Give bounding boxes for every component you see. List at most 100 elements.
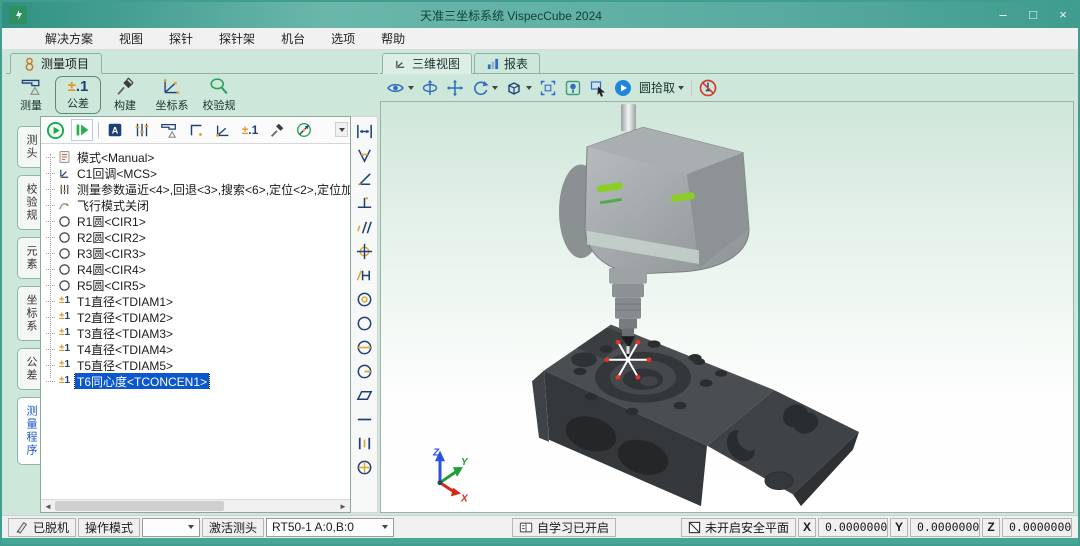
tree-item-diameter-2[interactable]: ±1 T2直径<TDIAM2> (46, 309, 350, 325)
alignment-button[interactable] (212, 119, 234, 141)
measure-params-button[interactable] (131, 119, 153, 141)
dropdown-caret-icon (188, 525, 194, 529)
menu-probe-rack[interactable]: 探针架 (206, 30, 268, 47)
position-icon[interactable] (353, 240, 375, 262)
toolbar-overflow-button[interactable] (335, 122, 348, 137)
side-tab-tolerance[interactable]: 公差 (17, 348, 40, 390)
side-tab-gauge[interactable]: 校验规 (17, 175, 40, 230)
axis-z-label: Z (432, 447, 440, 458)
perpendicularity-icon[interactable] (353, 192, 375, 214)
step-run-button[interactable] (71, 119, 93, 141)
tree-item-circle-4[interactable]: R4圆<CIR4> (46, 261, 350, 277)
tree-horizontal-scrollbar[interactable]: ◄ ► (41, 499, 350, 512)
view-direction-button[interactable] (386, 79, 414, 97)
gauge-icon (207, 77, 231, 96)
3d-scene: Z Y X (381, 102, 1073, 512)
tolerance-small-button[interactable]: ±.1 (239, 119, 261, 141)
construct-small-button[interactable] (266, 119, 288, 141)
run-button[interactable] (44, 119, 66, 141)
side-tab-measure-program[interactable]: 测量程序 (17, 397, 40, 465)
tree-item-concentricity[interactable]: ±1 T6同心度<TCONCEN1> (46, 373, 350, 389)
active-probe-select[interactable]: RT50-1 A:0,B:0 (266, 518, 394, 537)
circle-pick-button[interactable]: 圆拾取 (639, 79, 684, 96)
eye-icon (386, 79, 405, 97)
menu-view[interactable]: 视图 (106, 30, 156, 47)
tree-item-diameter-1[interactable]: ±1 T1直径<TDIAM1> (46, 293, 350, 309)
roundness-icon[interactable] (353, 312, 375, 334)
tolerance-item-icon: ±1 (57, 344, 72, 354)
dropdown-caret-icon (492, 86, 498, 90)
side-tab-probe[interactable]: 测头 (17, 126, 40, 168)
menu-probe[interactable]: 探针 (156, 30, 206, 47)
maximize-button[interactable]: □ (1018, 2, 1048, 28)
coord-x-value: 0.0000000 (818, 518, 888, 537)
title-bar: 天准三坐标系统 VispecCube 2024 – □ × (2, 2, 1078, 28)
corner-button[interactable] (185, 119, 207, 141)
view-cube-button[interactable] (505, 79, 532, 97)
3d-viewport[interactable]: Z Y X (380, 101, 1074, 513)
angle-icon[interactable] (353, 168, 375, 190)
datum-button[interactable] (293, 119, 315, 141)
probe-off-button[interactable] (699, 79, 717, 97)
coord-y-axis: Y (890, 518, 908, 537)
menu-options[interactable]: 选项 (318, 30, 368, 47)
select-button[interactable] (589, 79, 607, 97)
tab-report[interactable]: 报表 (474, 53, 540, 74)
rotate-button[interactable] (471, 79, 498, 97)
zoom-fit-button[interactable] (539, 79, 557, 97)
tree-item-diameter-3[interactable]: ±1 T3直径<TDIAM3> (46, 325, 350, 341)
distance-tolerance-icon[interactable] (353, 120, 375, 142)
scroll-right-icon[interactable]: ► (336, 500, 350, 513)
tree-item-circle-5[interactable]: R5圆<CIR5> (46, 277, 350, 293)
measure-element-button[interactable] (158, 119, 180, 141)
auto-label-button[interactable]: A (104, 119, 126, 141)
tab-measure-project-label: 测量项目 (41, 55, 89, 72)
orbit-button[interactable] (421, 79, 439, 97)
side-tab-coordinate[interactable]: 坐标系 (17, 286, 40, 341)
dropdown-caret-icon (526, 86, 532, 90)
tree-item-fly-mode[interactable]: 飞行模式关闭 (46, 197, 350, 213)
concentricity-icon[interactable] (353, 288, 375, 310)
symmetry-icon[interactable] (353, 432, 375, 454)
ribbon-measure-button[interactable]: 测量 (8, 76, 54, 114)
menu-help[interactable]: 帮助 (368, 30, 418, 47)
safety-plane-off-icon (688, 521, 701, 534)
ribbon-coordinate-label: 坐标系 (156, 97, 189, 113)
close-button[interactable]: × (1048, 2, 1078, 28)
measure-icon (19, 77, 43, 96)
tree-item-recall[interactable]: C1回调<MCS> (46, 165, 350, 181)
ribbon-gauge-button[interactable]: 校验规 (196, 76, 242, 114)
locate-button[interactable] (564, 79, 582, 97)
ribbon-coordinate-button[interactable]: 坐标系 (149, 76, 195, 114)
ribbon-construct-button[interactable]: 构建 (102, 76, 148, 114)
scroll-left-icon[interactable]: ◄ (41, 500, 55, 513)
pan-button[interactable] (446, 79, 464, 97)
straightness-icon[interactable] (353, 408, 375, 430)
play-measure-button[interactable] (614, 79, 632, 97)
tree-item-circle-3[interactable]: R3圆<CIR3> (46, 245, 350, 261)
tab-3d-view[interactable]: 三维视图 (382, 53, 472, 74)
minimize-button[interactable]: – (988, 2, 1018, 28)
tree-item-parameters[interactable]: 测量参数逼近<4>,回退<3>,搜索<6>,定位<2>,定位加<2>,测 (46, 181, 350, 197)
profile-icon[interactable] (353, 264, 375, 286)
tree-item-circle-1[interactable]: R1圆<CIR1> (46, 213, 350, 229)
tab-measure-project[interactable]: 测量项目 (10, 53, 102, 74)
cylindricity-icon[interactable] (353, 336, 375, 358)
operation-mode-select[interactable] (142, 518, 200, 537)
fly-mode-icon (57, 199, 72, 212)
tree-item-mode[interactable]: 模式<Manual> (46, 149, 350, 165)
tree-item-circle-2[interactable]: R2圆<CIR2> (46, 229, 350, 245)
menu-solution[interactable]: 解决方案 (32, 30, 106, 47)
scrollbar-thumb[interactable] (55, 501, 224, 511)
menu-machine[interactable]: 机台 (268, 30, 318, 47)
tree-item-diameter-4[interactable]: ±1 T4直径<TDIAM4> (46, 341, 350, 357)
tree-item-diameter-5[interactable]: ±1 T5直径<TDIAM5> (46, 357, 350, 373)
angle-between-icon[interactable] (353, 144, 375, 166)
runout-icon[interactable] (353, 360, 375, 382)
total-runout-icon[interactable] (353, 456, 375, 478)
ribbon-tolerance-button[interactable]: ±.1 公差 (55, 76, 101, 114)
side-tab-elements[interactable]: 元素 (17, 237, 40, 279)
flatness-icon[interactable] (353, 384, 375, 406)
parallelism-icon[interactable] (353, 216, 375, 238)
tree-toolbar: A (41, 117, 350, 144)
